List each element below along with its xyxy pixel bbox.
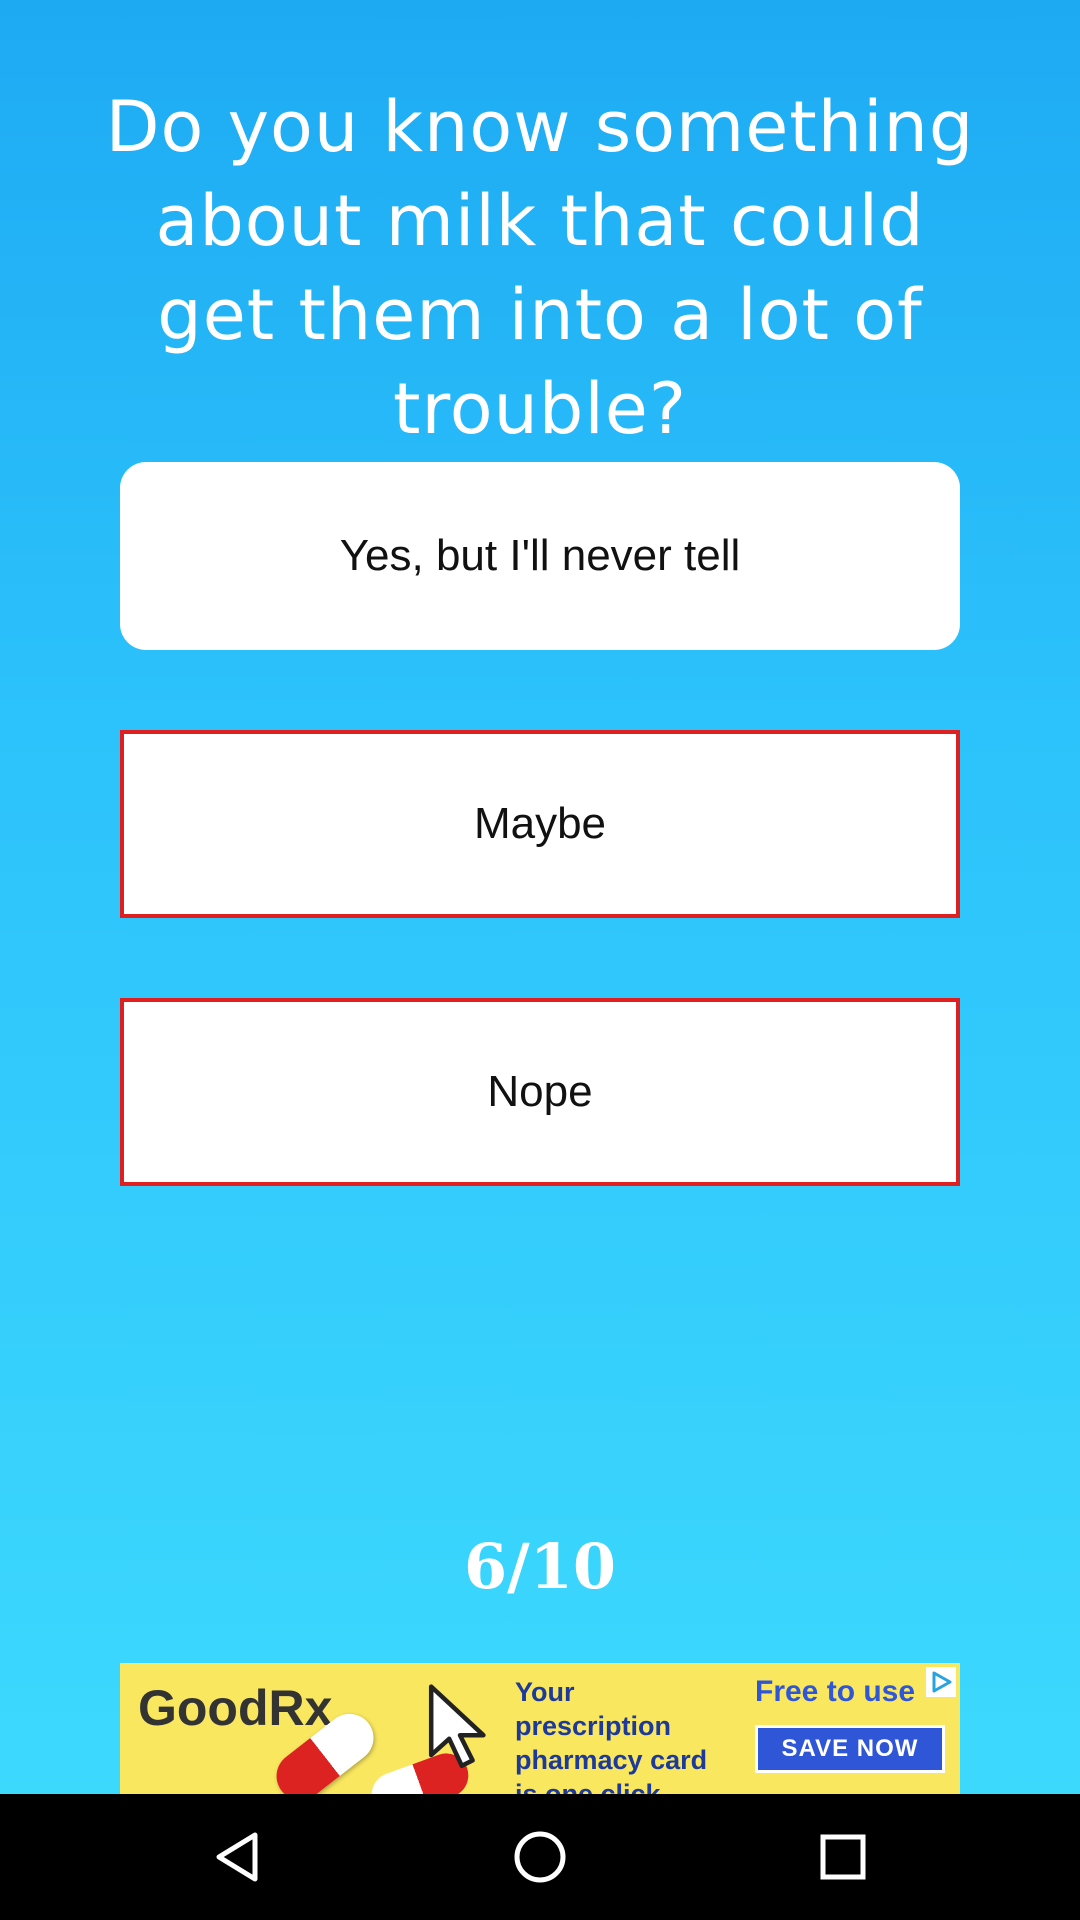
home-button[interactable] xyxy=(505,1822,575,1892)
progress-counter: 6/10 xyxy=(463,1530,617,1603)
recents-square-icon xyxy=(820,1834,866,1880)
answer-option-yes[interactable]: Yes, but I'll never tell xyxy=(120,462,960,650)
back-triangle-icon xyxy=(216,1832,258,1882)
quiz-screen: Do you know something about milk that co… xyxy=(0,0,1080,1794)
ad-save-button[interactable]: SAVE NOW xyxy=(755,1725,945,1773)
answer-option-label: Maybe xyxy=(473,799,607,848)
system-nav-bar xyxy=(0,1794,1080,1920)
home-circle-icon xyxy=(514,1831,566,1883)
answer-option-nope[interactable]: Nope xyxy=(120,998,960,1186)
question-text: Do you know something about milk that co… xyxy=(105,86,975,450)
ad-message: Your prescription pharmacy card is one c… xyxy=(515,1677,708,1794)
ad-banner[interactable]: GoodRx Your prescription pharmacy card i… xyxy=(120,1663,960,1794)
ad-brand-logo: GoodRx xyxy=(138,1680,333,1736)
answer-option-label: Yes, but I'll never tell xyxy=(339,531,741,580)
ad-free-label: Free to use xyxy=(755,1675,916,1708)
answer-option-label: Nope xyxy=(487,1067,593,1116)
answer-option-maybe[interactable]: Maybe xyxy=(120,730,960,918)
cursor-icon xyxy=(428,1684,486,1769)
recents-button[interactable] xyxy=(808,1822,878,1892)
back-button[interactable] xyxy=(202,1822,272,1892)
ad-choices-icon[interactable] xyxy=(926,1667,956,1697)
